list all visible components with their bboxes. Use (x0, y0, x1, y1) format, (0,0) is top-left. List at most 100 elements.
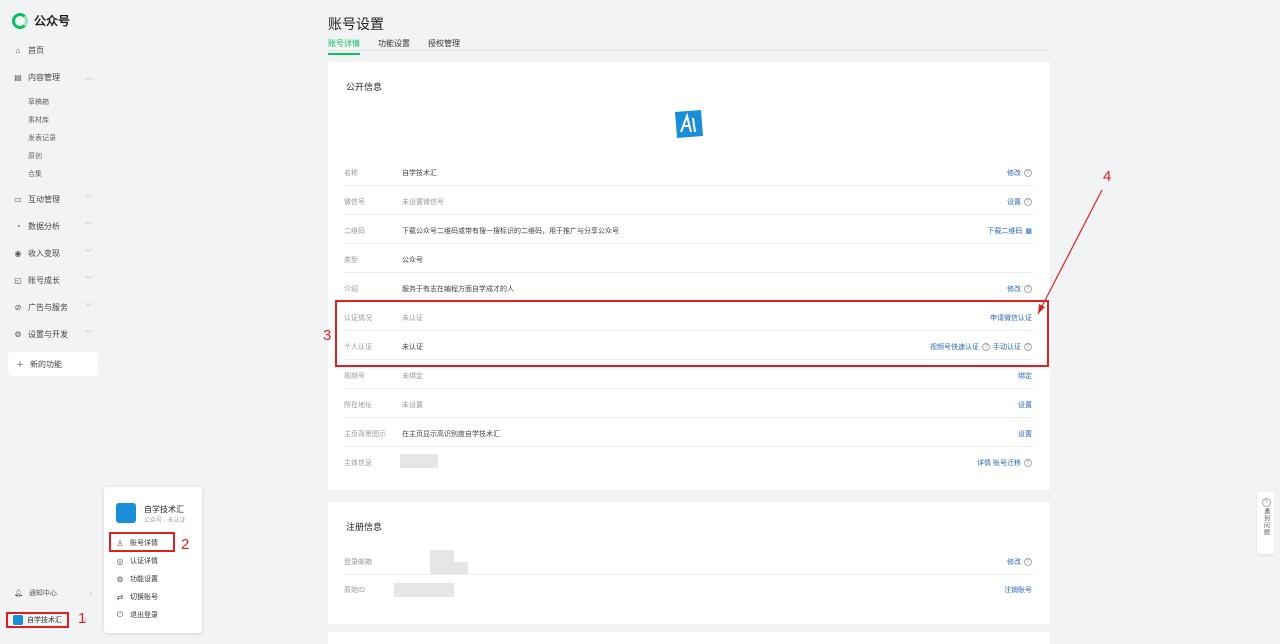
popup-item-label: 退出登录 (130, 612, 158, 619)
account-popup-menu: 自学技术汇 公众号 · 未认证 ♙ 账号详情 ◎ 认证详情 ⚙ 功能设置 ⇄ 切… (104, 487, 202, 633)
row-value: 未设置微信号 (402, 199, 444, 206)
sidebar-subitem-publish-log[interactable]: 发表记录 (28, 133, 56, 143)
popup-item-function-settings[interactable]: ⚙ 功能设置 (116, 574, 158, 584)
popup-item-verify-details[interactable]: ◎ 认证详情 (116, 556, 159, 566)
sidebar-subitem-materials[interactable]: 素材库 (28, 115, 49, 125)
tab-function-settings[interactable]: 功能设置 (378, 38, 410, 55)
sidebar-item-label: 广告与服务 (28, 302, 68, 312)
help-icon[interactable]: ? (1024, 169, 1032, 177)
row-value: 公众号 (402, 257, 423, 264)
entity-details-link[interactable]: 详情 账号迁移? (977, 458, 1032, 468)
annotation-number-4: 4 (1103, 168, 1112, 185)
power-icon: ⏻ (116, 610, 124, 619)
sidebar-item-label: 账号成长 (28, 275, 60, 285)
edit-intro-link[interactable]: 修改? (1007, 284, 1032, 294)
sidebar-subitem-drafts[interactable]: 草稿箱 (28, 97, 49, 107)
set-address-link[interactable]: 设置 (1018, 400, 1032, 410)
bind-channels-link[interactable]: 绑定 (1018, 371, 1032, 381)
set-homepage-bg-link[interactable]: 设置 (1018, 429, 1032, 439)
plus-icon: ＋ (16, 359, 24, 369)
tab-divider (328, 50, 1050, 51)
info-row-entity: 主体信息 详情 账号迁移? (344, 448, 1034, 476)
row-label: 主体信息 (344, 460, 372, 467)
coin-icon: ◉ (14, 248, 22, 258)
gear-icon: ⚙ (116, 574, 124, 584)
help-icon[interactable]: ? (1024, 558, 1032, 566)
redacted-block (430, 550, 454, 562)
popup-item-label: 功能设置 (130, 576, 158, 583)
row-label: 介绍 (344, 286, 358, 293)
ad-icon: ⊘ (14, 302, 22, 312)
row-label: 二维码 (344, 228, 365, 235)
app-logo[interactable]: 公众号 (12, 12, 70, 29)
account-name: 自学技术汇 (27, 617, 62, 624)
sidebar-item-label: 互动管理 (28, 194, 60, 204)
sidebar-item-label: 收入变现 (28, 248, 60, 258)
help-float-button[interactable]: ? 遇到问题 (1257, 492, 1275, 554)
action-label: 设置 (1007, 199, 1021, 206)
edit-email-link[interactable]: 修改? (1007, 557, 1032, 567)
notification-center[interactable]: 🔔︎ 通知中心 › (14, 588, 92, 598)
info-row-homepage-bg: 主页背景图示 在主页显示高识别度自学技术汇 设置 (344, 419, 1034, 447)
sidebar-item-settings-dev[interactable]: ⚙ 设置与开发 ﹀ (14, 325, 98, 343)
set-wechat-id-link[interactable]: 设置? (1007, 197, 1032, 207)
tab-authorization[interactable]: 授权管理 (428, 38, 460, 55)
new-function-button[interactable]: ＋ 新的功能 (8, 352, 98, 376)
download-qrcode-link[interactable]: 下载二维码 ▦ (987, 226, 1032, 236)
action-label: 详情 账号迁移 (977, 460, 1021, 467)
info-row-name: 名称 自学技术汇 修改? (344, 158, 1034, 186)
sidebar-item-label: 首页 (28, 45, 44, 55)
tab-account-details[interactable]: 账号详情 (328, 38, 360, 55)
annotation-number-2: 2 (181, 536, 190, 553)
info-row-original-id: 原始ID 注销账号 (344, 575, 1034, 603)
chevron-down-icon: ﹀ (85, 223, 92, 230)
account-logo-icon (675, 110, 703, 138)
row-label: 主页背景图示 (344, 431, 386, 438)
help-icon[interactable]: ? (1024, 459, 1032, 467)
switch-icon: ⇄ (116, 592, 124, 602)
public-info-card: 公开信息 名称 自学技术汇 修改? 微信号 未设置微信号 设置? 二维码 下载公… (328, 62, 1050, 490)
check-circle-icon: ◎ (116, 556, 124, 566)
annotation-highlight-box (335, 300, 1049, 367)
row-value: 自学技术汇 (402, 170, 437, 177)
sidebar-item-growth[interactable]: ◱ 账号成长 ﹀ (14, 271, 98, 289)
popup-account-subtitle: 公众号 · 未认证 (144, 518, 186, 524)
sidebar-subitem-original[interactable]: 原创 (28, 151, 42, 161)
sidebar-item-ads[interactable]: ⊘ 广告与服务 ﹀ (14, 298, 98, 316)
sidebar-item-analytics[interactable]: ◔ 数据分析 ﹀ (14, 217, 98, 235)
popup-item-switch-account[interactable]: ⇄ 切换账号 (116, 592, 158, 602)
wechat-mp-icon (12, 12, 28, 29)
annotation-number-3: 3 (323, 327, 332, 344)
comment-icon: ▭ (14, 194, 22, 204)
info-row-login-email: 登录邮箱 修改? (344, 547, 1034, 575)
account-switcher[interactable]: 自学技术汇 (6, 612, 69, 628)
sidebar-item-content[interactable]: ▤ 内容管理 ︿ (14, 68, 98, 86)
row-label: 微信号 (344, 199, 365, 206)
row-value: 服务于有志在编程方面自学成才的人 (402, 286, 514, 293)
bell-icon: 🔔︎ (14, 590, 23, 597)
sidebar-item-label: 数据分析 (28, 221, 60, 231)
sidebar-item-monetize[interactable]: ◉ 收入变现 ﹀ (14, 244, 98, 262)
row-label: 登录邮箱 (344, 559, 372, 566)
row-value: 未绑定 (402, 373, 423, 380)
popup-account-name: 自学技术汇 (144, 505, 184, 514)
popup-item-label: 认证详情 (130, 558, 158, 565)
sidebar-subitem-collection[interactable]: 合集 (28, 169, 42, 179)
edit-name-link[interactable]: 修改? (1007, 168, 1032, 178)
scrollbar[interactable] (1274, 0, 1280, 644)
chevron-up-icon: ︿ (85, 74, 92, 81)
avatar (116, 503, 136, 523)
next-card (328, 632, 1050, 644)
new-function-label: 新的功能 (30, 359, 62, 369)
sidebar-item-home[interactable]: ⌂ 首页 (14, 41, 98, 59)
row-label: 类型 (344, 257, 358, 264)
popup-item-logout[interactable]: ⏻ 退出登录 (116, 610, 158, 620)
growth-icon: ◱ (14, 275, 22, 285)
deregister-account-link[interactable]: 注销账号 (1004, 585, 1032, 595)
sidebar-item-interaction[interactable]: ▭ 互动管理 ﹀ (14, 190, 98, 208)
info-row-wechat-id: 微信号 未设置微信号 设置? (344, 187, 1034, 215)
tab-bar: 账号详情 功能设置 授权管理 (328, 38, 460, 55)
row-label: 视频号 (344, 373, 365, 380)
sidebar-item-label: 内容管理 (28, 72, 60, 82)
action-label: 修改 (1007, 170, 1021, 177)
